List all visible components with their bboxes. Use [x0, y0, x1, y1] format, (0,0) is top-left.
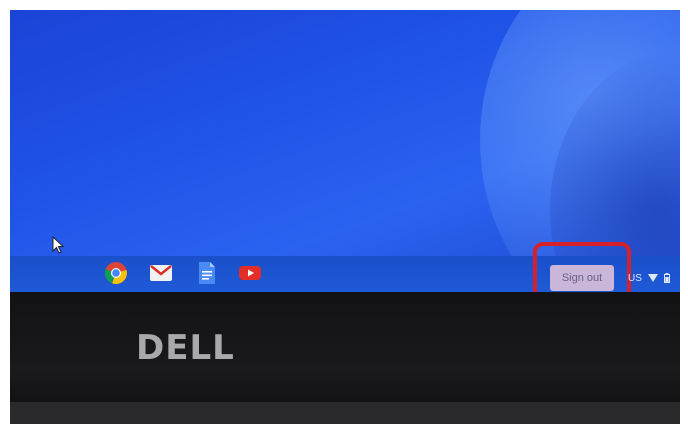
keyboard-edge: [10, 402, 680, 424]
locale-indicator: US: [628, 272, 642, 284]
gmail-icon: [150, 265, 172, 281]
chrome-icon: [104, 262, 127, 285]
shelf-app-youtube[interactable]: [237, 260, 263, 286]
status-tray[interactable]: US: [628, 269, 670, 287]
docs-icon: [199, 262, 215, 284]
shelf-app-gmail[interactable]: [148, 260, 174, 286]
shelf-app-docs[interactable]: [194, 260, 220, 286]
shelf-app-chrome[interactable]: [103, 260, 129, 286]
dell-logo: DELL: [136, 328, 235, 368]
battery-icon: [663, 273, 670, 283]
laptop-photo: Sign out US DELL: [10, 10, 680, 424]
desktop-wallpaper: Sign out US: [10, 10, 680, 292]
youtube-icon: [239, 266, 261, 280]
mouse-cursor-icon: [52, 236, 64, 254]
annotation-highlight-circle: [533, 242, 631, 292]
wifi-icon: [647, 273, 658, 282]
